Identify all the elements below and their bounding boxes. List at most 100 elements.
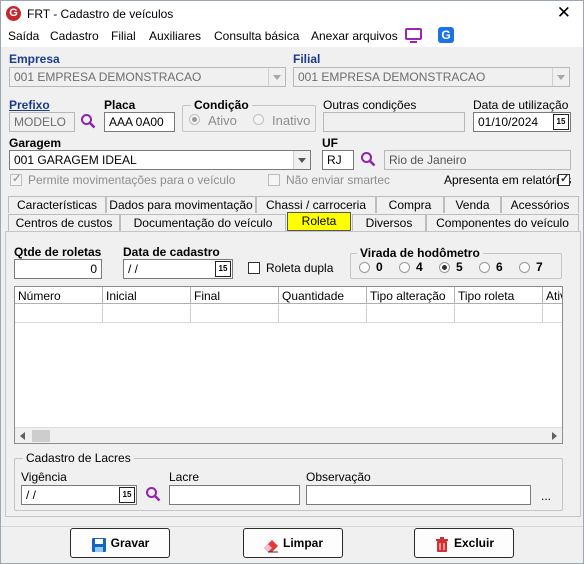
condicao-label: Condição [191,98,252,112]
observacao-field[interactable] [306,485,531,505]
divider [1,526,583,527]
tab-centros-custos[interactable]: Centros de custos [8,214,120,231]
roleta-dupla-label: Roleta dupla [266,261,334,275]
roletas-grid[interactable]: Número Inicial Final Quantidade Tipo alt… [14,286,563,444]
calendar-icon[interactable]: 15 [215,261,231,277]
outras-condicoes-field[interactable] [323,112,465,132]
calendar-icon[interactable]: 15 [119,487,135,503]
roleta-dupla-checkbox[interactable] [248,262,260,274]
scroll-right-icon[interactable] [552,432,557,440]
grid-col-final[interactable]: Final [191,287,279,304]
tab-componentes[interactable]: Componentes do veículo [426,214,579,231]
table-cell[interactable] [367,305,455,323]
vigencia-field[interactable]: / / 15 [21,485,137,505]
radio-virada-7[interactable] [519,262,530,273]
table-cell[interactable] [103,305,191,323]
table-row[interactable] [15,305,562,323]
radio-virada-5[interactable] [439,262,450,273]
tab-dados-movimentacao[interactable]: Dados para movimentação [106,196,256,213]
chevron-down-icon [293,151,310,169]
radio-virada-6[interactable] [479,262,490,273]
table-cell[interactable] [15,305,103,323]
radio-virada-4[interactable] [399,262,410,273]
tab-roleta[interactable]: Roleta [287,212,351,231]
scroll-thumb[interactable] [32,430,50,442]
radio-virada-0[interactable] [359,262,370,273]
gravar-label: Gravar [110,536,150,550]
grid-col-inicial[interactable]: Inicial [103,287,191,304]
tab-chassi-carroceria[interactable]: Chassi / carroceria [256,196,376,213]
gravar-button[interactable]: Gravar [70,528,170,558]
limpar-button[interactable]: Limpar [243,528,343,558]
tab-venda[interactable]: Venda [444,196,501,213]
grid-col-ativo[interactable]: Ativ [543,287,562,304]
monitor-icon[interactable] [405,28,422,43]
empresa-select[interactable]: 001 EMPRESA DEMONSTRACAO [9,67,286,87]
permite-movimentacoes-checkbox[interactable] [10,172,22,186]
placa-field[interactable]: AAA 0A00 [104,112,175,132]
radio-virada-6-label: 6 [496,260,503,274]
filial-select[interactable]: 001 EMPRESA DEMONSTRACAO [293,67,570,87]
menu-anexar-arquivos[interactable]: Anexar arquivos [311,29,398,43]
uf-field[interactable]: RJ [322,150,354,170]
main-window: G FRT - Cadastro de veículos ✕ Saída Cad… [0,0,584,564]
tab-diversos[interactable]: Diversos [352,214,426,231]
search-icon[interactable] [360,151,376,167]
observacao-label: Observação [306,470,371,484]
google-icon[interactable]: G [438,27,454,43]
calendar-icon[interactable]: 15 [553,114,569,130]
search-icon[interactable] [80,113,96,129]
data-utilizacao-field[interactable]: 01/10/2024 15 [473,112,571,132]
grid-header: Número Inicial Final Quantidade Tipo alt… [15,287,562,304]
radio-inativo[interactable] [253,114,264,125]
chevron-down-icon [552,68,569,86]
qtde-roletas-field[interactable]: 0 [14,259,102,279]
tab-caracteristicas[interactable]: Características [8,196,106,213]
limpar-label: Limpar [282,536,323,550]
menu-saida[interactable]: Saída [8,29,39,43]
nao-enviar-smartec-label: Não enviar smartec [286,173,391,187]
grid-col-numero[interactable]: Número [15,287,103,304]
tab-acessorios[interactable]: Acessórios [501,196,579,213]
grid-col-tipo-roleta[interactable]: Tipo roleta [455,287,543,304]
menu-auxiliares[interactable]: Auxiliares [149,29,201,43]
garagem-label: Garagem [9,136,62,150]
search-icon[interactable] [145,486,161,502]
lacre-field[interactable] [169,485,300,505]
menu-cadastro[interactable]: Cadastro [50,29,99,43]
excluir-button[interactable]: Excluir [414,528,514,558]
tab-documentacao[interactable]: Documentação do veículo [120,214,286,231]
close-icon[interactable]: ✕ [557,3,571,23]
radio-virada-4-label: 4 [416,260,423,274]
table-cell[interactable] [279,305,367,323]
placa-label: Placa [104,98,136,112]
prefixo-field[interactable]: MODELO [9,112,75,132]
data-cadastro-field[interactable]: / / 15 [123,259,233,279]
garagem-select[interactable]: 001 GARAGEM IDEAL [9,150,311,170]
menu-filial[interactable]: Filial [111,29,136,43]
observacao-more-button[interactable]: ... [541,489,551,503]
qtde-roletas-label: Qtde de roletas [14,245,102,259]
vigencia-label: Vigência [21,470,67,484]
horizontal-scrollbar[interactable] [15,427,562,443]
radio-ativo[interactable] [189,114,200,125]
radio-virada-7-label: 7 [536,260,543,274]
save-icon [91,535,107,552]
menu-bar: Saída Cadastro Filial Auxiliares Consult… [1,27,583,47]
grid-col-quantidade[interactable]: Quantidade [279,287,367,304]
radio-virada-0-label: 0 [376,260,383,274]
empresa-label: Empresa [9,52,60,66]
scroll-left-icon[interactable] [20,432,25,440]
data-utilizacao-label: Data de utilização [473,98,569,112]
table-cell[interactable] [455,305,543,323]
filial-label: Filial [293,52,321,66]
nao-enviar-smartec-checkbox[interactable] [268,174,280,186]
table-cell[interactable] [191,305,279,323]
table-cell[interactable] [543,305,562,323]
grid-col-tipo-alteracao[interactable]: Tipo alteração [367,287,455,304]
menu-consulta-basica[interactable]: Consulta básica [214,29,299,43]
tab-compra[interactable]: Compra [376,196,444,213]
apresenta-relatorios-checkbox[interactable] [558,172,570,186]
outras-condicoes-label: Outras condições [323,98,417,112]
lacres-title: Cadastro de Lacres [23,451,134,465]
